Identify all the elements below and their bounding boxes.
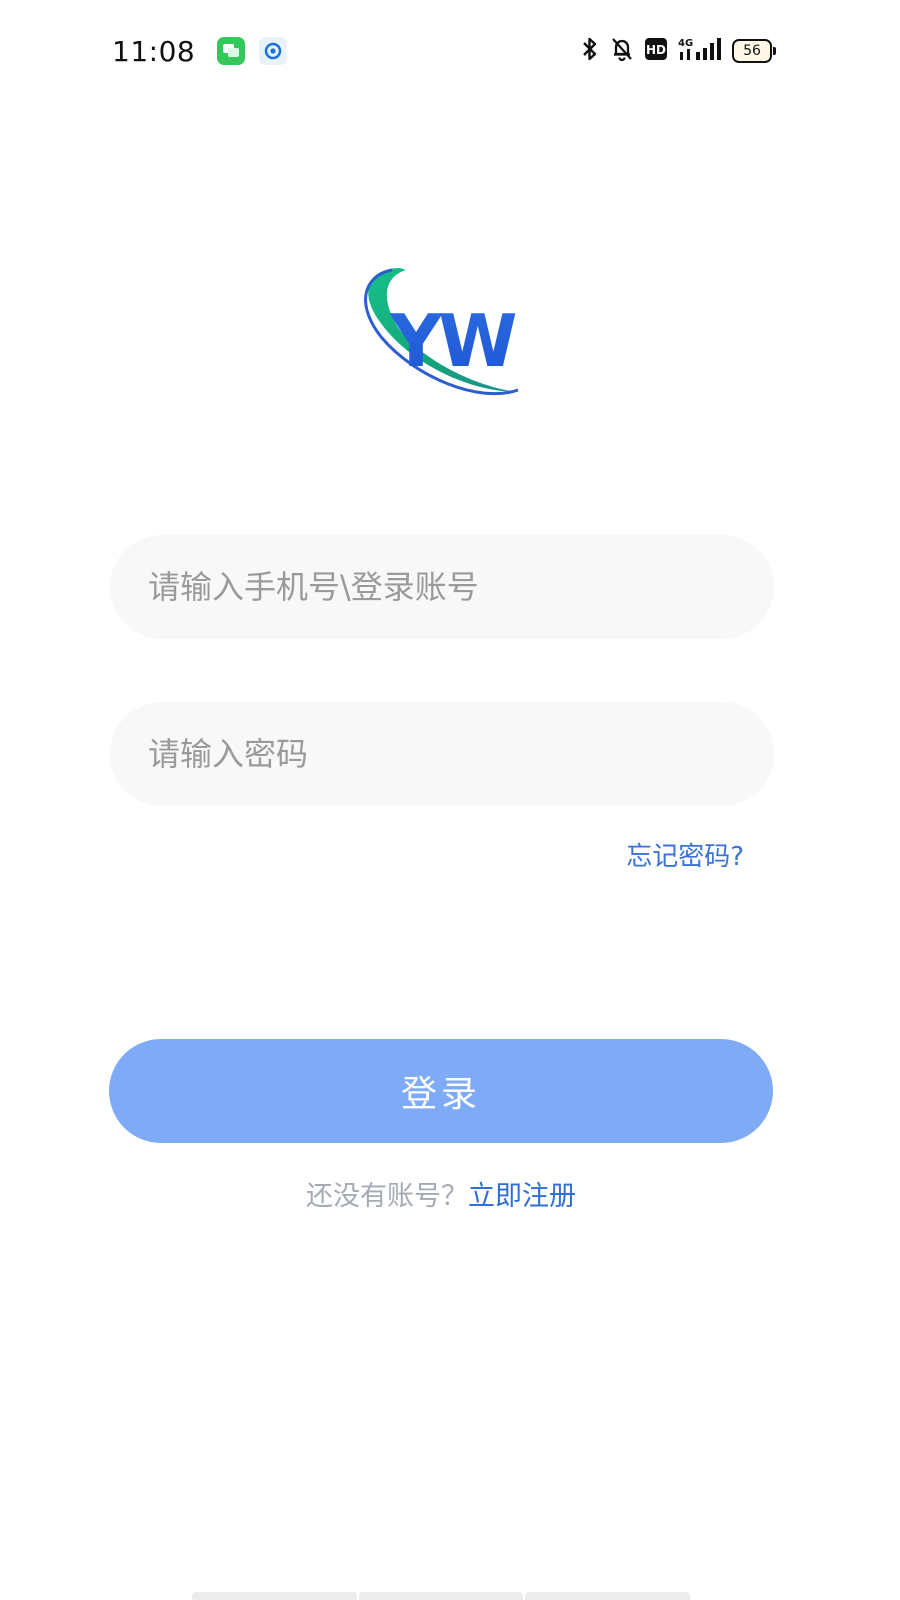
password-field-container: [110, 702, 774, 806]
battery-icon: 56: [732, 39, 776, 63]
account-field-container: [110, 535, 774, 639]
bluetooth-icon: [580, 36, 600, 66]
signal-4g-icon: 4G: [678, 36, 722, 66]
app-logo: YW: [358, 262, 528, 407]
home-indicator-segment: [358, 1592, 524, 1600]
messages-app-icon: [217, 37, 246, 65]
home-indicator-segment: [525, 1592, 691, 1600]
status-bar: 11:08 HD 4G 56: [112, 28, 776, 74]
svg-text:HD: HD: [646, 43, 666, 57]
password-input[interactable]: [110, 702, 774, 806]
hd-badge-icon: HD: [644, 37, 668, 65]
login-screen: 11:08 HD 4G 56 YW 请输入手机号\登录账号 忘记密码? 登录 还…: [0, 0, 900, 1600]
status-right: HD 4G 56: [580, 36, 776, 66]
register-prompt: 还没有账号？立即注册: [0, 1174, 882, 1213]
home-indicator-segment: [192, 1592, 357, 1600]
login-button[interactable]: 登录: [109, 1039, 773, 1143]
svg-text:4G: 4G: [678, 38, 693, 49]
svg-text:YW: YW: [389, 299, 516, 383]
status-time: 11:08: [112, 34, 196, 68]
status-left: 11:08: [112, 34, 288, 68]
forgot-password-link[interactable]: 忘记密码?: [626, 836, 744, 873]
account-input[interactable]: [110, 535, 774, 639]
register-hint-text: 还没有账号？: [306, 1181, 468, 1212]
mute-bell-icon: [610, 36, 634, 66]
home-indicator: [192, 1592, 691, 1600]
mail-app-icon: [259, 37, 288, 65]
register-link[interactable]: 立即注册: [468, 1181, 576, 1212]
